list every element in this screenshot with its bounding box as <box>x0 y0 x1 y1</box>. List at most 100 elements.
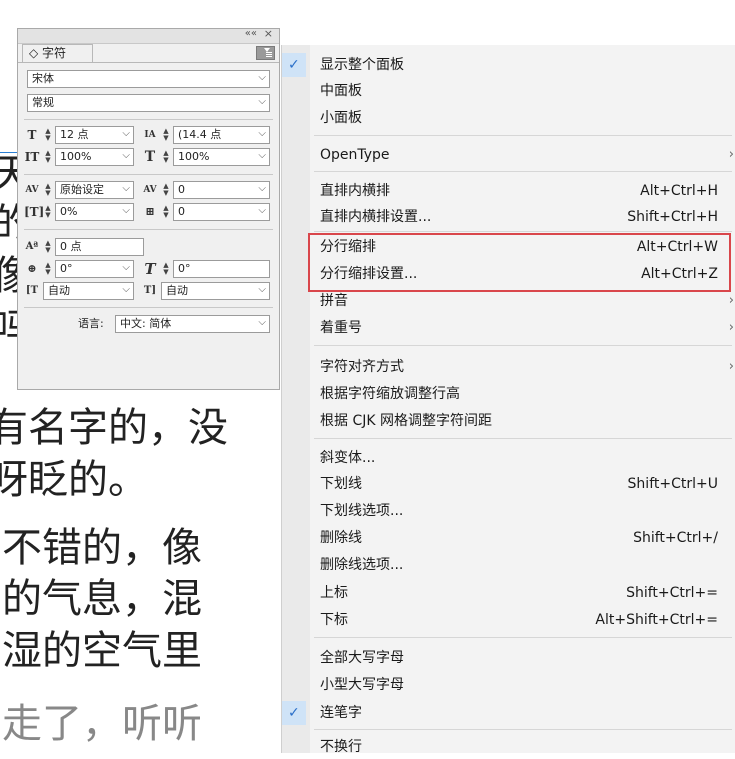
horizontal-scale-stepper[interactable]: ▲ ▼ <box>162 150 170 164</box>
aki-after-icon: T] <box>143 285 157 296</box>
baseline-shift-input[interactable]: 0 点 <box>55 238 144 256</box>
menu-item-ligatures[interactable]: 连笔字 <box>282 701 735 725</box>
tab-character[interactable]: ◇ 字符 <box>22 44 94 62</box>
rotation-select[interactable]: 0° ⌵ <box>55 260 134 278</box>
chevron-right-icon: › <box>728 320 734 335</box>
menu-item-scale-line-height[interactable]: 根据字符缩放调整行高 <box>282 382 735 406</box>
chevron-right-icon: › <box>728 293 734 308</box>
menu-item-kenten[interactable]: 着重号 › <box>282 316 735 340</box>
menu-item-label: 直排内横排 <box>320 183 390 199</box>
doc-line-5: 有名字的，没 <box>0 405 228 451</box>
menu-item-strikethrough[interactable]: 删除线 Shift+Ctrl+/ <box>282 526 735 550</box>
tracking-select[interactable]: 0 ⌵ <box>173 181 270 199</box>
rotation-value: 0° <box>60 262 73 275</box>
aki-before-select[interactable]: 自动 ⌵ <box>43 282 134 300</box>
horizontal-scale-select[interactable]: 100% ⌵ <box>173 148 270 166</box>
chevron-down-icon: ⌵ <box>258 284 266 295</box>
menu-item-subscript[interactable]: 下标 Alt+Shift+Ctrl+= <box>282 608 735 632</box>
aki-select[interactable]: 0 ⌵ <box>173 203 270 221</box>
menu-item-show-all[interactable]: 显示整个面板 <box>282 53 735 77</box>
close-icon[interactable]: × <box>264 27 273 40</box>
menu-item-character-alignment[interactable]: 字符对齐方式 › <box>282 355 735 379</box>
menu-item-shortcut: Alt+Ctrl+H <box>640 183 718 199</box>
font-style-select[interactable]: 常规 ⌵ <box>27 94 270 112</box>
kerning-icon: AV <box>25 185 39 195</box>
menu-item-label: 小型大写字母 <box>320 677 404 693</box>
menu-item-shortcut: Alt+Shift+Ctrl+= <box>595 612 718 628</box>
menu-item-label: 着重号 <box>320 320 362 336</box>
menu-item-strikethrough-options[interactable]: 删除线选项... <box>282 553 735 577</box>
menu-item-shatai[interactable]: 斜变体... <box>282 446 735 470</box>
skew-stepper[interactable]: ▲ ▼ <box>162 262 170 276</box>
character-panel: «« × ◇ 字符 宋体 ⌵ 常规 ⌵ T ▲ ▼ 12 点 ⌵ IA ▲ ▼ (14.4… <box>17 27 280 390</box>
baseline-shift-stepper[interactable]: ▲ ▼ <box>44 240 52 254</box>
rotation-icon: ⊕ <box>27 262 37 275</box>
menu-item-label: 全部大写字母 <box>320 650 404 666</box>
chevron-down-icon: ⌵ <box>122 150 130 161</box>
tracking-icon: AV <box>143 185 157 195</box>
menu-item-all-caps[interactable]: 全部大写字母 <box>282 646 735 670</box>
font-size-select[interactable]: 12 点 ⌵ <box>55 126 134 144</box>
menu-separator <box>314 171 732 172</box>
aki-after-select[interactable]: 自动 ⌵ <box>161 282 270 300</box>
checkmark-icon <box>282 53 306 77</box>
skew-input[interactable]: 0° <box>173 260 270 278</box>
menu-item-underline[interactable]: 下划线 Shift+Ctrl+U <box>282 472 735 496</box>
language-select[interactable]: 中文: 简体 ⌵ <box>115 315 270 333</box>
menu-item-label: 字符对齐方式 <box>320 359 404 375</box>
skew-icon: T <box>144 260 156 278</box>
chevron-down-icon: ⌵ <box>258 205 266 216</box>
font-size-value: 12 点 <box>60 128 89 141</box>
vertical-scale-value: 100% <box>60 150 92 163</box>
menu-item-tate-chu-yoko[interactable]: 直排内横排 Alt+Ctrl+H <box>282 179 735 203</box>
menu-item-label: 下划线 <box>320 476 362 492</box>
rotation-stepper[interactable]: ▲ ▼ <box>44 262 52 276</box>
leading-stepper[interactable]: ▲ ▼ <box>162 128 170 142</box>
menu-item-label: OpenType <box>320 147 390 163</box>
tsume-stepper[interactable]: ▲ ▼ <box>44 205 52 219</box>
menu-item-label: 删除线 <box>320 530 362 546</box>
menu-item-opentype[interactable]: OpenType › <box>282 143 735 167</box>
panel-menu-button[interactable] <box>256 46 275 60</box>
menu-item-small-panel[interactable]: 小面板 <box>282 106 735 130</box>
menu-item-ruby[interactable]: 拼音 › <box>282 289 735 313</box>
aki-after-value: 自动 <box>166 284 188 297</box>
menu-item-no-break[interactable]: 不换行 <box>282 735 735 759</box>
doc-line-6: 呀眨的。 <box>0 457 148 503</box>
vertical-scale-stepper[interactable]: ▲ ▼ <box>44 150 52 164</box>
menu-item-small-caps[interactable]: 小型大写字母 <box>282 673 735 697</box>
chevron-down-icon: ⌵ <box>258 128 266 139</box>
menu-separator <box>314 345 732 346</box>
menu-item-cjk-grid-spacing[interactable]: 根据 CJK 网格调整字符间距 <box>282 409 735 433</box>
collapse-icon[interactable]: «« <box>245 28 257 39</box>
panel-body: 宋体 ⌵ 常规 ⌵ T ▲ ▼ 12 点 ⌵ IA ▲ ▼ (14.4 点 ⌵ IT ▲ ▼ … <box>18 62 279 389</box>
kerning-select[interactable]: 原始设定 ⌵ <box>55 181 134 199</box>
font-size-stepper[interactable]: ▲ ▼ <box>44 128 52 142</box>
annotation-highlight-box <box>308 233 731 292</box>
menu-item-medium-panel[interactable]: 中面板 <box>282 79 735 103</box>
font-family-select[interactable]: 宋体 ⌵ <box>27 70 270 88</box>
menu-item-label: 根据 CJK 网格调整字符间距 <box>320 413 492 429</box>
menu-item-shortcut: Shift+Ctrl+= <box>626 585 718 601</box>
tsume-select[interactable]: 0% ⌵ <box>55 203 134 221</box>
aki-value: 0 <box>178 205 185 218</box>
font-family-value: 宋体 <box>32 72 54 85</box>
aki-stepper[interactable]: ▲ ▼ <box>162 205 170 219</box>
menu-separator <box>314 637 732 638</box>
kerning-value: 原始设定 <box>60 183 104 196</box>
menu-item-label: 拼音 <box>320 293 348 309</box>
aki-before-value: 自动 <box>48 284 70 297</box>
chevron-down-icon: ⌵ <box>122 205 130 216</box>
kerning-stepper[interactable]: ▲ ▼ <box>44 183 52 197</box>
menu-item-superscript[interactable]: 上标 Shift+Ctrl+= <box>282 581 735 605</box>
vertical-scale-select[interactable]: 100% ⌵ <box>55 148 134 166</box>
panel-title-bar[interactable]: «« × <box>18 27 279 44</box>
menu-item-underline-options[interactable]: 下划线选项... <box>282 499 735 523</box>
menu-separator <box>314 231 732 232</box>
tracking-stepper[interactable]: ▲ ▼ <box>162 183 170 197</box>
leading-select[interactable]: (14.4 点 ⌵ <box>173 126 270 144</box>
divider <box>24 229 273 230</box>
doc-line-10: 走了，听听 <box>2 701 202 747</box>
font-style-value: 常规 <box>32 96 54 109</box>
menu-item-tate-chu-yoko-settings[interactable]: 直排内横排设置... Shift+Ctrl+H <box>282 205 735 229</box>
